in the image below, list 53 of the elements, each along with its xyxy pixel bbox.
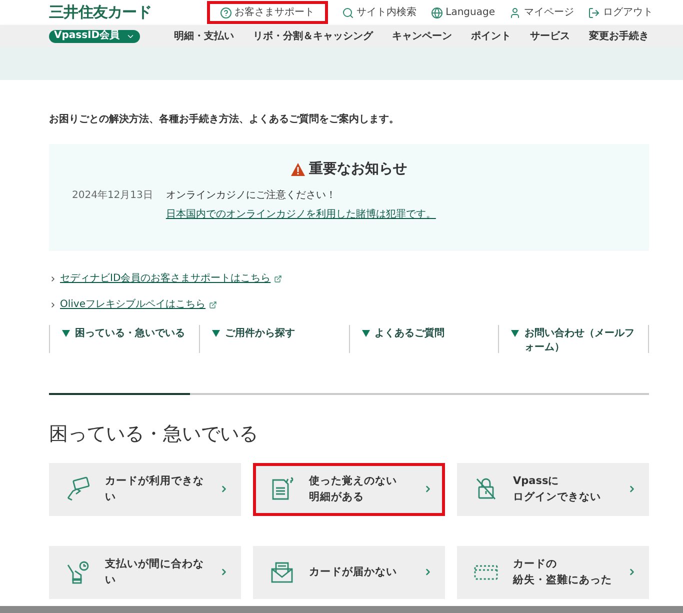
section-title: 困っている・急いでいる [49,422,259,447]
help-icon [220,6,232,18]
utility-link[interactable]: お客さまサポート [206,1,328,24]
notice-date: 2024年12月13日 [72,189,153,203]
warning-icon [291,163,305,176]
clock-hand-icon [65,559,91,585]
chevron-right-icon [219,567,229,577]
main-nav-link[interactable]: 変更お手続き [589,28,649,44]
external-link[interactable]: セディナビID会員のお客さまサポートはこちら [60,271,271,286]
external-link[interactable]: Oliveフレキシブルペイはこちら [60,297,206,312]
help-card[interactable]: カードが届かない [253,546,445,598]
help-card[interactable]: 使った覚えのない 明細がある [253,462,445,516]
triangle-down-icon [511,330,520,337]
notice-link[interactable]: 日本国内でのオンラインカジノを利用した賭博は犯罪です。 [166,207,436,222]
search-icon [342,6,354,18]
anchor-link[interactable]: ご用件から探す [198,325,348,353]
chevron-right-icon [219,484,229,494]
utility-link[interactable]: ログアウト [588,5,653,20]
help-card[interactable]: カードが利用できな い [49,462,241,516]
chevron-right-icon [627,484,637,494]
external-link-icon [274,274,282,282]
triangle-down-icon [212,330,220,337]
anchor-link[interactable]: 困っている・急いでいる [49,325,199,353]
main-nav-link[interactable]: サービス [530,28,570,44]
triangle-down-icon [362,330,370,337]
chevron-right-icon [627,567,637,577]
card-hand-icon [65,476,91,502]
help-card[interactable]: Vpassに ログインできない [457,462,649,516]
anchor-link[interactable]: お問い合わせ（メールフォーム） [498,325,648,353]
chevron-right-icon [49,300,57,308]
help-card[interactable]: カードの 紛失・盗難にあった [457,546,649,598]
triangle-down-icon [62,330,70,337]
globe-icon [430,6,443,18]
utility-link[interactable]: マイページ [509,5,574,20]
utility-link[interactable]: Language [430,5,495,20]
chevron-right-icon [423,567,433,577]
brand-logo[interactable]: 三井住友カード [49,1,152,24]
intro-text: お困りごとの解決方法、各種お手続き方法、よくあるご質問をご案内します。 [49,112,400,127]
main-nav-link[interactable]: キャンペーン [392,28,452,44]
main-nav-link[interactable]: 明細・支払い [174,28,234,44]
chevron-right-icon [423,484,433,494]
main-nav-link[interactable]: リボ・分割＆キャッシング [253,28,373,44]
user-icon [509,6,521,18]
notice-headline: オンラインカジノにご注意ください！ [166,188,337,203]
external-link-icon [208,300,216,308]
help-card[interactable]: 支払いが間に合わな い [49,546,241,598]
notice-title: 重要なお知らせ [309,160,407,179]
chevron-right-icon [49,274,57,282]
logout-icon [588,6,600,18]
utility-link[interactable]: サイト内検索 [342,5,417,20]
main-nav-link[interactable]: ポイント [471,28,511,44]
member-select[interactable]: VpassID会員 [49,30,140,42]
anchor-link[interactable]: よくあるご質問 [348,325,498,353]
